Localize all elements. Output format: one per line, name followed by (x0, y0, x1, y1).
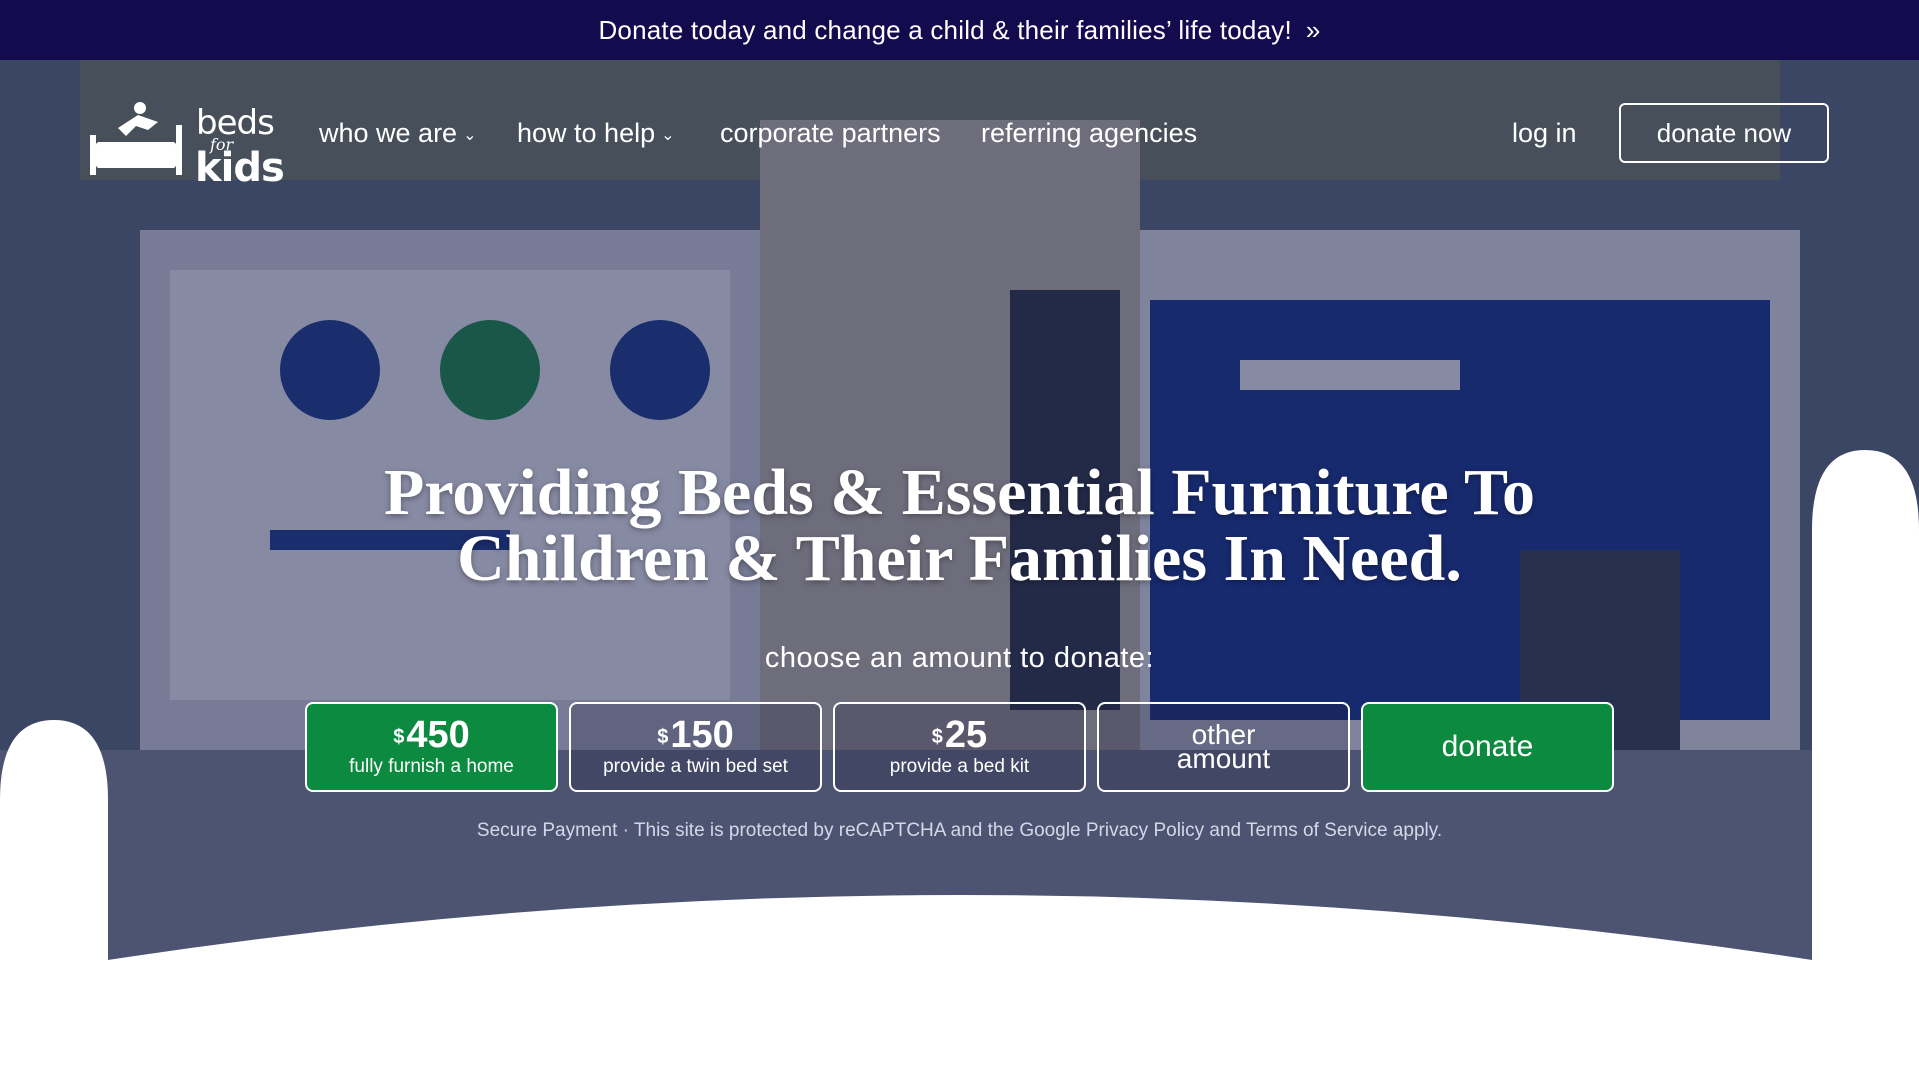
nav-who-we-are-label: who we are (319, 118, 458, 148)
nav-referring-agencies[interactable]: referring agencies (981, 118, 1197, 149)
amount-description: provide a bed kit (889, 756, 1030, 777)
logo-beds-text: beds (196, 103, 275, 143)
amount-description: provide a twin bed set (603, 756, 788, 777)
hero-headline-line1: Providing Beds & Essential Furniture To (384, 456, 1535, 529)
hero-headline: Providing Beds & Essential Furniture To … (0, 460, 1919, 592)
amount-option-other[interactable]: other amount (1097, 702, 1350, 792)
amount-value: 25 (944, 714, 988, 756)
amount-description: fully furnish a home (349, 756, 514, 777)
nav-who-we-are[interactable]: who we are ⌄ (319, 118, 476, 149)
amount-price: $25 (932, 715, 987, 755)
nav-referring-agencies-label: referring agencies (981, 118, 1198, 148)
choose-amount-label: choose an amount to donate: (764, 642, 1155, 674)
hero-headline-line2: Children & Their Families In Need. (457, 522, 1462, 595)
nav-how-to-help-label: how to help (517, 118, 656, 148)
other-amount-label: other amount (1176, 721, 1271, 774)
site-logo[interactable]: beds for kids (88, 95, 285, 210)
bed-jumper-icon (90, 102, 182, 175)
amount-price: $450 (393, 715, 470, 755)
chevron-down-icon: ⌄ (661, 126, 675, 144)
announcement-text: Donate today and change a child & their … (598, 14, 1292, 45)
donate-submit-button[interactable]: donate (1361, 702, 1614, 792)
hero-section: beds for kids who we are ⌄ how to help ⌄ c… (0, 60, 1919, 960)
currency-symbol: $ (931, 726, 943, 748)
chevron-down-icon: ⌄ (463, 126, 477, 144)
announcement-bar[interactable]: Donate today and change a child & their … (0, 0, 1919, 60)
amount-option-150[interactable]: $150 provide a twin bed set (569, 702, 822, 792)
nav-corporate-partners-label: corporate partners (720, 118, 941, 148)
currency-symbol: $ (657, 726, 669, 748)
secure-payment-notice: Secure Payment · This site is protected … (476, 820, 1443, 841)
other-amount-line2: amount (1176, 743, 1271, 774)
currency-symbol: $ (393, 726, 405, 748)
amount-price: $150 (657, 715, 734, 755)
main-nav: beds for kids who we are ⌄ how to help ⌄ c… (0, 60, 1919, 210)
login-link[interactable]: log in (1512, 118, 1577, 149)
logo-kids-text: kids (195, 145, 285, 191)
amount-option-25[interactable]: $25 provide a bed kit (833, 702, 1086, 792)
donate-now-button[interactable]: donate now (1619, 103, 1829, 163)
amount-value: 150 (670, 714, 734, 756)
nav-corporate-partners[interactable]: corporate partners (720, 118, 941, 149)
nav-how-to-help[interactable]: how to help ⌄ (517, 118, 675, 149)
amount-value: 450 (406, 714, 470, 756)
double-chevron-right-icon: » (1305, 14, 1321, 45)
amount-option-450[interactable]: $450 fully furnish a home (305, 702, 558, 792)
